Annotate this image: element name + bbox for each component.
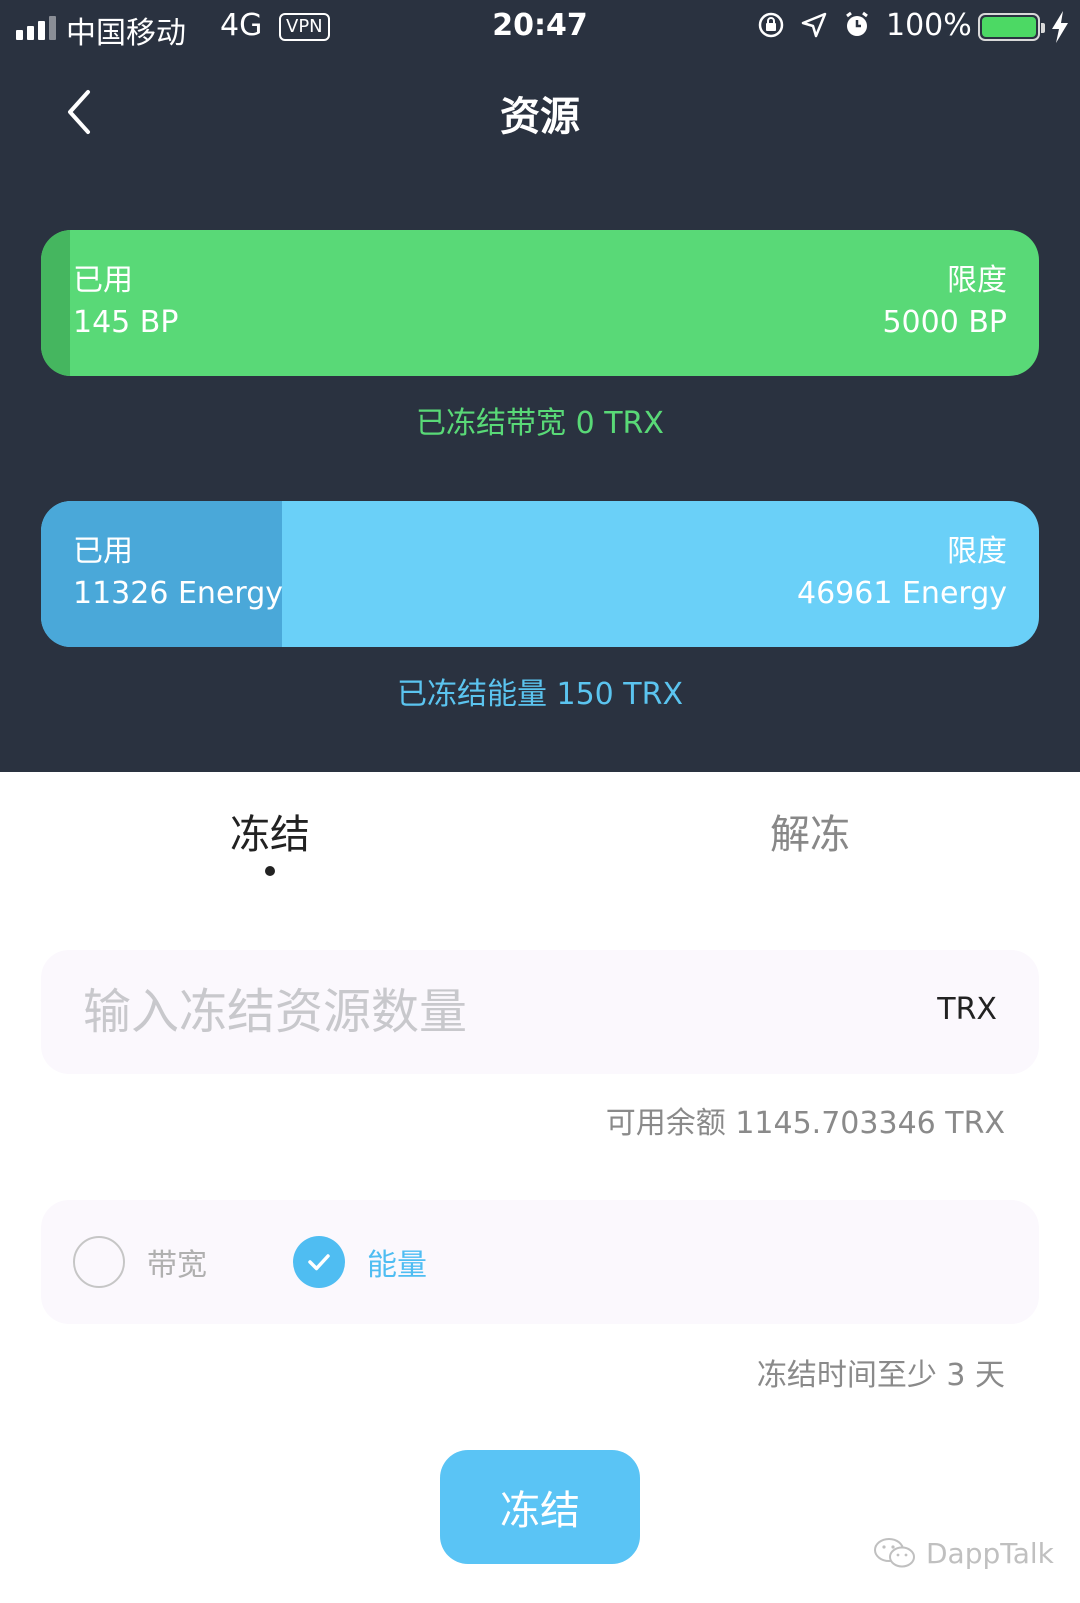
bandwidth-limit-value: 5000 BP xyxy=(882,305,1007,340)
energy-limit-value: 46961 Energy xyxy=(797,576,1007,611)
tab-unfreeze[interactable]: 解冻 xyxy=(690,802,930,860)
bandwidth-limit-label: 限度 xyxy=(947,263,1007,298)
location-icon xyxy=(801,12,827,38)
bandwidth-usage-bar: 已用 145 BP 限度 5000 BP xyxy=(41,230,1039,376)
freeze-amount-input[interactable] xyxy=(83,950,863,1074)
alarm-icon xyxy=(846,11,868,36)
bandwidth-used-fill xyxy=(41,230,70,376)
watermark-text: DappTalk xyxy=(926,1536,1054,1570)
freeze-button[interactable]: 冻结 xyxy=(440,1450,640,1564)
charging-icon xyxy=(1052,11,1068,43)
wechat-icon xyxy=(874,1538,915,1568)
freeze-duration-hint: 冻结时间至少 3 天 xyxy=(756,1358,1005,1393)
frozen-bandwidth-text: 已冻结带宽 0 TRX xyxy=(416,406,664,441)
bandwidth-used-value: 145 BP xyxy=(73,305,179,340)
option-energy[interactable]: 能量 xyxy=(293,1236,427,1288)
energy-used-label: 已用 xyxy=(73,534,133,569)
energy-used-value: 11326 Energy xyxy=(73,576,283,611)
active-tab-indicator xyxy=(265,866,275,876)
battery-percent: 100% xyxy=(886,8,972,43)
watermark: DappTalk xyxy=(872,1536,1054,1570)
option-energy-label: 能量 xyxy=(367,1248,427,1283)
status-bar: 中国移动 4G VPN 20:47 100% xyxy=(0,0,1080,56)
radio-unchecked-icon[interactable] xyxy=(73,1236,125,1288)
resource-type-selector: 带宽 能量 xyxy=(41,1200,1039,1324)
option-bandwidth[interactable]: 带宽 xyxy=(73,1236,207,1288)
amount-unit: TRX xyxy=(937,992,997,1027)
page-title: 资源 xyxy=(500,94,580,140)
energy-limit-label: 限度 xyxy=(947,534,1007,569)
checkmark-circle-icon[interactable] xyxy=(293,1236,345,1288)
available-balance: 可用余额 1145.703346 TRX xyxy=(605,1106,1005,1141)
option-bandwidth-label: 带宽 xyxy=(147,1248,207,1283)
amount-input-box: TRX xyxy=(41,950,1039,1074)
tab-freeze[interactable]: 冻结 xyxy=(150,802,390,860)
bandwidth-used-label: 已用 xyxy=(73,263,133,298)
frozen-energy-text: 已冻结能量 150 TRX xyxy=(396,677,684,712)
energy-usage-bar: 已用 11326 Energy 限度 46961 Energy xyxy=(41,501,1039,647)
battery-icon xyxy=(978,13,1045,41)
orientation-lock-icon xyxy=(758,12,784,38)
